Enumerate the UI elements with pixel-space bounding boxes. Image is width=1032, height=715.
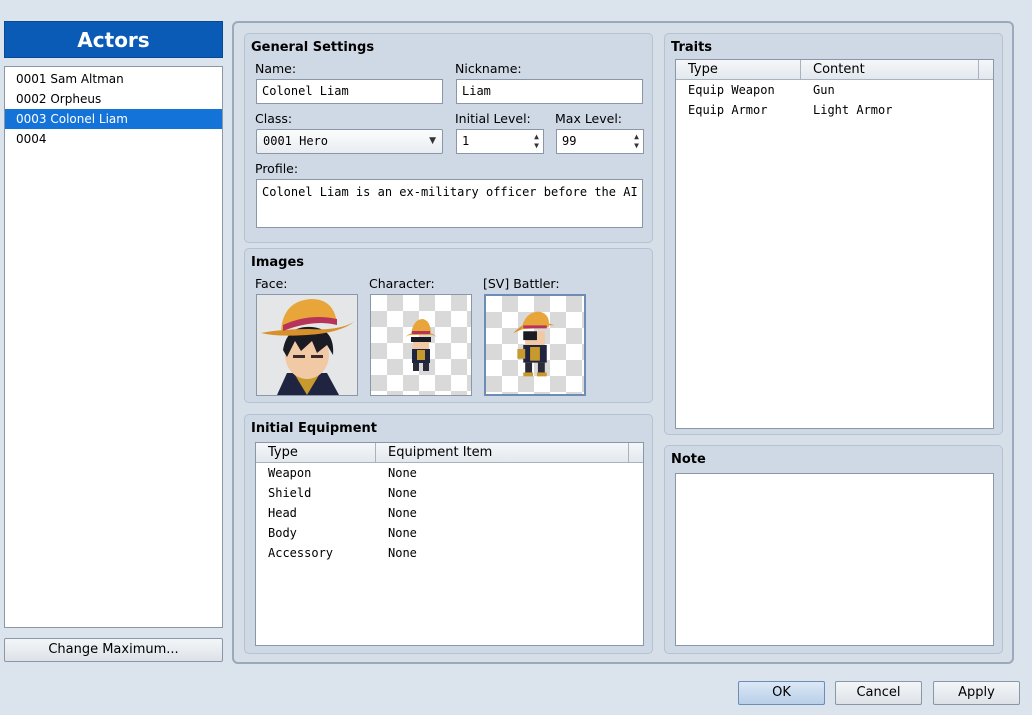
equipment-table-header: Type Equipment Item (256, 443, 643, 463)
actor-list-item-selected[interactable]: 0003 Colonel Liam (5, 109, 222, 129)
battler-label: [SV] Battler: (483, 276, 560, 291)
class-select-value: 0001 Hero (263, 134, 329, 148)
equipment-type-cell: Accessory (268, 546, 334, 560)
equipment-item-cell: None (388, 466, 417, 480)
equipment-type-cell: Weapon (268, 466, 312, 480)
battler-sprite-icon (513, 311, 555, 377)
cancel-button[interactable]: Cancel (835, 681, 922, 705)
trait-row[interactable]: Equip Armor Light Armor (676, 100, 993, 120)
images-title: Images (251, 255, 305, 270)
note-title: Note (671, 452, 706, 467)
actor-list-item[interactable]: 0001 Sam Altman (5, 69, 222, 89)
equipment-item-cell: None (388, 526, 417, 540)
actor-list-item[interactable]: 0004 (5, 129, 222, 149)
actor-list-item[interactable]: 0002 Orpheus (5, 89, 222, 109)
equipment-row[interactable]: Weapon None (256, 463, 643, 483)
name-field[interactable]: Colonel Liam (256, 79, 443, 104)
equipment-type-cell: Shield (268, 486, 312, 500)
class-label: Class: (255, 111, 293, 126)
traits-panel: Traits Type Content Equip Weapon Gun Equ… (664, 33, 1003, 435)
actor-editor-frame: General Settings Name: Colonel Liam Nick… (232, 21, 1014, 664)
equipment-item-cell: None (388, 546, 417, 560)
equipment-row[interactable]: Body None (256, 523, 643, 543)
traits-title: Traits (671, 40, 713, 55)
initial-level-label: Initial Level: (455, 111, 531, 126)
equipment-table[interactable]: Type Equipment Item Weapon None Shield N… (255, 442, 644, 646)
traits-col-content[interactable]: Content (813, 62, 865, 77)
trait-row[interactable]: Equip Weapon Gun (676, 80, 993, 100)
chevron-down-icon: ▼ (429, 136, 436, 146)
spinner-arrows-icon[interactable]: ▲ ▼ (534, 132, 539, 150)
actors-header: Actors (4, 21, 223, 58)
ok-button[interactable]: OK (738, 681, 825, 705)
equipment-type-cell: Body (268, 526, 297, 540)
max-level-spinner[interactable]: 99 ▲ ▼ (556, 129, 644, 154)
initial-equipment-title: Initial Equipment (251, 421, 378, 436)
equipment-row[interactable]: Accessory None (256, 543, 643, 563)
traits-table[interactable]: Type Content Equip Weapon Gun Equip Armo… (675, 59, 994, 429)
character-sprite-icon (405, 319, 437, 371)
general-settings-title: General Settings (251, 40, 375, 55)
traits-col-type[interactable]: Type (688, 62, 718, 77)
actor-list[interactable]: 0001 Sam Altman 0002 Orpheus 0003 Colone… (4, 66, 223, 628)
apply-button[interactable]: Apply (933, 681, 1020, 705)
sv-battler-image[interactable] (484, 294, 586, 396)
equipment-row[interactable]: Head None (256, 503, 643, 523)
trait-type-cell: Equip Weapon (688, 83, 775, 97)
trait-type-cell: Equip Armor (688, 103, 768, 117)
trait-content-cell: Gun (813, 83, 835, 97)
traits-table-header: Type Content (676, 60, 993, 80)
equipment-item-cell: None (388, 506, 417, 520)
note-textarea[interactable] (675, 473, 994, 646)
trait-content-cell: Light Armor (813, 103, 893, 117)
change-maximum-button[interactable]: Change Maximum... (4, 638, 223, 662)
spinner-arrows-icon[interactable]: ▲ ▼ (634, 132, 639, 150)
nickname-label: Nickname: (455, 61, 522, 76)
profile-field[interactable]: Colonel Liam is an ex-military officer b… (256, 179, 643, 228)
equipment-col-type[interactable]: Type (268, 445, 298, 460)
face-label: Face: (255, 276, 288, 291)
equipment-row[interactable]: Shield None (256, 483, 643, 503)
character-image[interactable] (370, 294, 472, 396)
name-label: Name: (255, 61, 297, 76)
note-panel: Note (664, 445, 1003, 654)
nickname-field[interactable]: Liam (456, 79, 643, 104)
face-image[interactable] (256, 294, 358, 396)
face-portrait-icon (257, 295, 357, 395)
max-level-value: 99 (562, 134, 577, 148)
equipment-item-cell: None (388, 486, 417, 500)
equipment-type-cell: Head (268, 506, 297, 520)
images-panel: Images Face: Character: [SV] Battler: (244, 248, 653, 403)
max-level-label: Max Level: (555, 111, 623, 126)
initial-level-spinner[interactable]: 1 ▲ ▼ (456, 129, 544, 154)
class-select[interactable]: 0001 Hero ▼ (256, 129, 443, 154)
initial-equipment-panel: Initial Equipment Type Equipment Item We… (244, 414, 653, 654)
character-label: Character: (369, 276, 435, 291)
profile-label: Profile: (255, 161, 299, 176)
initial-level-value: 1 (462, 134, 470, 148)
equipment-col-item[interactable]: Equipment Item (388, 445, 492, 460)
general-settings-panel: General Settings Name: Colonel Liam Nick… (244, 33, 653, 243)
